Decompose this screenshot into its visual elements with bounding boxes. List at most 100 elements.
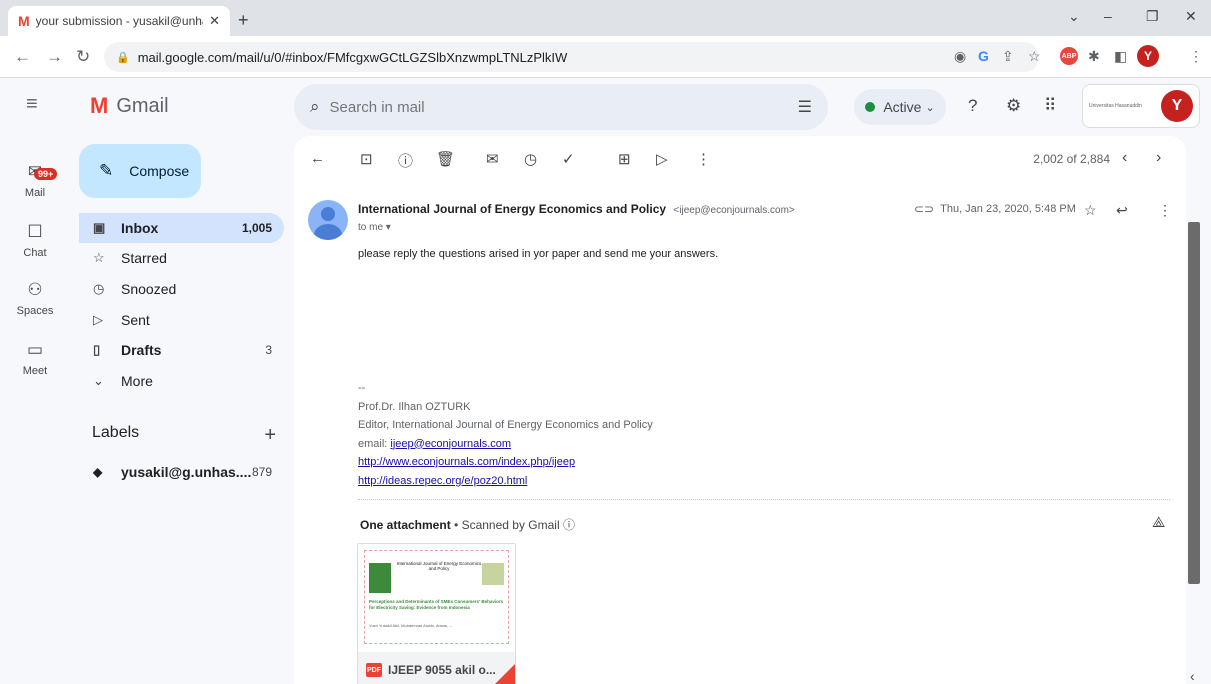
- sender-avatar[interactable]: [308, 200, 348, 240]
- tab-search-icon[interactable]: ⌄: [1068, 8, 1080, 25]
- spaces-icon: ⚇: [27, 280, 43, 299]
- browser-profile-avatar[interactable]: Y: [1137, 45, 1159, 67]
- recipient-details[interactable]: to me ▾: [358, 222, 391, 233]
- extensions-puzzle-icon[interactable]: ✱: [1088, 48, 1100, 65]
- sig-title: Editor, International Journal of Energy …: [358, 419, 653, 431]
- add-to-drive-icon[interactable]: ⟁: [1152, 514, 1165, 531]
- delete-icon[interactable]: 🗑: [436, 150, 455, 168]
- mark-unread-icon[interactable]: ✉: [486, 150, 499, 168]
- pagination-text: 2,002 of 2,884: [1033, 152, 1110, 166]
- older-icon[interactable]: ›: [1156, 149, 1161, 167]
- attachment-divider: [358, 499, 1170, 500]
- more-actions-icon[interactable]: ⋮: [696, 150, 711, 168]
- extension-icon[interactable]: ◉: [954, 48, 966, 65]
- browser-tab-strip: M your submission - yusakil@unha: ✕ + ⌄ …: [0, 0, 1211, 36]
- sig-name: Prof.Dr. Ilhan OZTURK: [358, 400, 471, 413]
- tab-title: your submission - yusakil@unha:: [35, 14, 204, 28]
- rail-chat-label: Chat: [23, 247, 47, 259]
- add-label-icon[interactable]: +: [264, 424, 284, 447]
- nav-inbox[interactable]: ▣ Inbox 1,005: [79, 213, 284, 243]
- search-icon[interactable]: ⌕: [310, 97, 320, 117]
- bookmark-star-icon[interactable]: ☆: [1028, 48, 1041, 65]
- back-to-inbox-icon[interactable]: ←: [310, 150, 325, 167]
- nav-starred[interactable]: ☆ Starred: [79, 243, 284, 273]
- report-spam-icon[interactable]: ⓘ: [398, 150, 413, 171]
- organization-logo: Universitas Hasanuddin: [1089, 103, 1142, 109]
- sender-email: <ijeep@econjournals.com>: [673, 205, 795, 216]
- info-icon[interactable]: ⓘ: [563, 518, 575, 532]
- star-icon: ☆: [93, 250, 105, 265]
- close-tab-icon[interactable]: ✕: [209, 13, 220, 29]
- sig-email-line: email: ijeep@econjournals.com: [358, 435, 653, 454]
- attachment-card[interactable]: International Journal of Energy Economic…: [357, 543, 516, 684]
- account-switcher[interactable]: Universitas Hasanuddin Y: [1082, 84, 1200, 128]
- sig-link-journal[interactable]: http://www.econjournals.com/index.php/ij…: [358, 456, 575, 468]
- main-menu-icon[interactable]: ≡: [26, 93, 38, 116]
- sender-name[interactable]: International Journal of Energy Economic…: [358, 202, 666, 216]
- forward-icon[interactable]: →: [46, 47, 63, 67]
- label-item[interactable]: ◆ yusakil@g.unhas.... 879: [79, 459, 284, 485]
- nav-drafts[interactable]: ▯ Drafts 3: [79, 335, 284, 365]
- unread-badge: 99+: [34, 168, 58, 180]
- lock-icon: 🔒: [116, 51, 130, 64]
- nav-sent[interactable]: ▷ Sent: [79, 305, 284, 335]
- help-icon[interactable]: ?: [968, 96, 977, 116]
- status-label: Active: [883, 99, 922, 115]
- show-side-panel-icon[interactable]: ‹: [1190, 668, 1195, 684]
- adblock-icon[interactable]: ABP: [1060, 47, 1078, 65]
- new-tab-button[interactable]: +: [238, 10, 249, 31]
- message-toolbar: ← ⊡ ⓘ 🗑 ✉ ◷ ✓ ⊞ ▷ ⋮ 2,002 of 2,884 ‹ ›: [294, 136, 1186, 184]
- message-meta: ⊂⊃ Thu, Jan 23, 2020, 5:48 PM: [914, 202, 1076, 216]
- sig-email-link[interactable]: ijeep@econjournals.com: [390, 438, 511, 450]
- rail-chat[interactable]: ☐ Chat: [0, 222, 70, 259]
- browser-menu-icon[interactable]: ⋮: [1189, 48, 1203, 65]
- account-avatar[interactable]: Y: [1161, 90, 1193, 122]
- snooze-icon[interactable]: ◷: [524, 150, 537, 168]
- apps-grid-icon[interactable]: ⠿: [1044, 96, 1056, 116]
- nav-snoozed[interactable]: ◷ Snoozed: [79, 274, 284, 304]
- rail-meet[interactable]: ▭ Meet: [0, 340, 70, 377]
- side-panel-icon[interactable]: ◧: [1114, 48, 1127, 65]
- restore-icon[interactable]: ❐: [1146, 8, 1159, 25]
- minimize-icon[interactable]: –: [1104, 8, 1112, 24]
- journal-logo-block: [482, 563, 504, 585]
- pencil-icon: ✎: [99, 161, 114, 180]
- google-extension-icon[interactable]: G: [978, 48, 989, 64]
- move-to-icon[interactable]: ⊞: [618, 150, 631, 168]
- compose-button[interactable]: ✎ Compose: [79, 144, 201, 198]
- browser-tab[interactable]: M your submission - yusakil@unha: ✕: [8, 6, 230, 36]
- address-bar[interactable]: 🔒 mail.google.com/mail/u/0/#inbox/FMfcgx…: [104, 42, 1039, 72]
- nav-more[interactable]: ⌄ More: [79, 366, 284, 396]
- search-options-icon[interactable]: ☰: [798, 97, 812, 117]
- reply-icon[interactable]: ↩: [1116, 202, 1128, 219]
- back-icon[interactable]: ←: [14, 47, 31, 67]
- message-date: Thu, Jan 23, 2020, 5:48 PM: [940, 203, 1076, 215]
- share-icon[interactable]: ⇪: [1002, 48, 1014, 65]
- rail-spaces[interactable]: ⚇ Spaces: [0, 280, 70, 317]
- search-bar[interactable]: ⌕ ☰: [294, 84, 828, 130]
- newer-icon[interactable]: ‹: [1122, 149, 1127, 167]
- close-window-icon[interactable]: ✕: [1185, 8, 1197, 25]
- message-view: ← ⊡ ⓘ 🗑 ✉ ◷ ✓ ⊞ ▷ ⋮ 2,002 of 2,884 ‹ › I…: [294, 136, 1186, 684]
- sig-link-repec[interactable]: http://ideas.repec.org/e/poz20.html: [358, 475, 527, 487]
- scrollbar-thumb[interactable]: [1188, 222, 1200, 584]
- star-message-icon[interactable]: ☆: [1084, 202, 1097, 219]
- search-input[interactable]: [329, 98, 798, 116]
- thumb-paper-title: Perceptions and Determinants of SMEs Con…: [369, 599, 504, 610]
- message-more-icon[interactable]: ⋮: [1158, 202, 1172, 219]
- pdf-icon: PDF: [366, 663, 382, 677]
- settings-gear-icon[interactable]: ⚙: [1006, 96, 1021, 116]
- rail-mail[interactable]: ✉ Mail 99+: [0, 162, 70, 199]
- sig-link-line: http://ideas.repec.org/e/poz20.html: [358, 472, 653, 491]
- labels-header: Labels +: [92, 424, 284, 447]
- gmail-logo[interactable]: M Gmail: [90, 93, 169, 119]
- reload-icon[interactable]: ↻: [76, 47, 90, 67]
- add-task-icon[interactable]: ✓: [562, 150, 575, 168]
- avatar-body: [314, 224, 342, 240]
- rail-mail-label: Mail: [24, 187, 46, 199]
- archive-icon[interactable]: ⊡: [360, 150, 373, 168]
- status-button[interactable]: Active ⌄: [854, 89, 946, 125]
- label-icon[interactable]: ▷: [656, 150, 668, 168]
- label-tag-icon: ◆: [93, 465, 103, 479]
- nav-label: Starred: [121, 250, 167, 266]
